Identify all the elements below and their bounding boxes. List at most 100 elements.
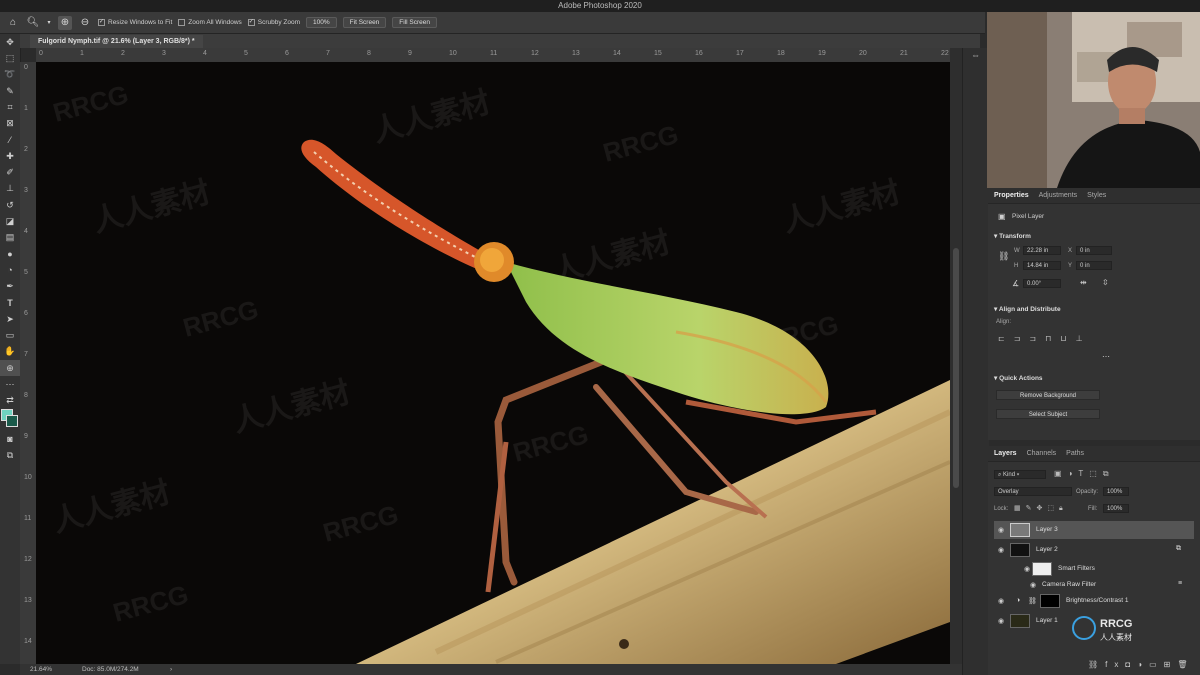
add-mask-icon[interactable]: ◘ <box>1125 660 1137 669</box>
hand-tool-icon[interactable]: ✋ <box>0 344 20 360</box>
align-top-icon[interactable]: ⊓ <box>1045 334 1060 343</box>
type-tool-icon[interactable]: T <box>0 295 20 311</box>
crop-tool-icon[interactable]: ⌗ <box>0 99 20 115</box>
filter-pixel-icon[interactable]: ▣ <box>1054 469 1068 478</box>
dodge-tool-icon[interactable]: ◔ <box>0 262 20 278</box>
screen-mode-icon[interactable]: ⧉ <box>0 447 20 463</box>
edit-toolbar-icon[interactable]: ⋯ <box>0 376 20 392</box>
blend-mode-select[interactable]: Overlay <box>994 487 1072 496</box>
tab-channels[interactable]: Channels <box>1027 450 1057 457</box>
align-section-title[interactable]: ▾ Align and Distribute <box>988 305 1061 313</box>
more-options-icon[interactable]: ⋯ <box>1102 352 1110 361</box>
lock-artboard-icon[interactable]: ⬚ <box>1047 505 1059 512</box>
align-bottom-icon[interactable]: ⊥ <box>1076 334 1092 343</box>
layer-row[interactable]: ◉ Layer 3 <box>994 521 1194 539</box>
layer-name[interactable]: Smart Filters <box>1058 565 1095 572</box>
lock-all-icon[interactable]: 🔒︎ <box>1059 505 1068 512</box>
align-center-h-icon[interactable]: ⊐ <box>1014 334 1030 343</box>
move-tool-icon[interactable]: ✥ <box>0 34 20 50</box>
layer-name[interactable]: Layer 1 <box>1036 617 1058 624</box>
link-dimensions-icon[interactable]: ⛓ <box>998 251 1009 262</box>
filter-smart-object-icon[interactable]: ⧉ <box>1103 469 1115 478</box>
swap-colors-icon[interactable]: ⇄ <box>0 393 20 409</box>
zoom-out-icon[interactable]: ⊖ <box>78 16 92 30</box>
layer-row[interactable]: ◉ Layer 2 ⧉ <box>994 541 1194 559</box>
flip-horizontal-icon[interactable]: ⇹ <box>1080 278 1087 287</box>
fit-screen-button[interactable]: Fit Screen <box>342 17 387 28</box>
opacity-field[interactable]: 100% <box>1103 487 1129 496</box>
filter-options-icon[interactable]: ≡ <box>1178 580 1182 587</box>
quick-mask-icon[interactable]: ◙ <box>0 431 20 447</box>
background-color-swatch[interactable] <box>6 414 18 427</box>
history-brush-tool-icon[interactable]: ↺ <box>0 197 20 213</box>
filter-shape-icon[interactable]: ⬚ <box>1089 469 1103 478</box>
tab-adjustments[interactable]: Adjustments <box>1039 192 1078 199</box>
layer-name[interactable]: Layer 2 <box>1036 546 1058 553</box>
panel-toggle-icon[interactable]: ⇔ <box>971 50 980 60</box>
vertical-scrollbar[interactable] <box>950 48 962 664</box>
filter-type-icon[interactable]: T <box>1078 469 1089 478</box>
zoom-level[interactable]: 21.64% <box>30 664 52 675</box>
zoom-tool-preset-icon[interactable]: 🔍︎ <box>26 16 40 30</box>
layer-name[interactable]: Layer 3 <box>1036 526 1058 533</box>
link-layers-icon[interactable]: ⛓ <box>1088 660 1105 669</box>
chevron-down-icon[interactable]: ▾ <box>46 16 52 30</box>
transform-section-title[interactable]: ▾ Transform <box>988 232 1031 240</box>
layer-name[interactable]: Brightness/Contrast 1 <box>1066 597 1129 604</box>
height-field[interactable]: 14.84 in <box>1023 261 1061 270</box>
zoom-all-windows-checkbox[interactable]: Zoom All Windows <box>178 19 242 26</box>
lasso-tool-icon[interactable]: ➰ <box>0 67 20 83</box>
clone-stamp-tool-icon[interactable]: ⊥ <box>0 181 20 197</box>
new-group-icon[interactable]: ▭ <box>1149 660 1164 669</box>
fx-icon[interactable]: fx <box>1105 660 1125 669</box>
lock-position-icon[interactable]: ✥ <box>1037 505 1048 512</box>
angle-field[interactable]: 0.00° <box>1023 279 1061 288</box>
quick-actions-section-title[interactable]: ▾ Quick Actions <box>988 374 1043 382</box>
width-field[interactable]: 22.28 in <box>1023 246 1061 255</box>
visibility-eye-icon[interactable]: ◉ <box>998 546 1004 554</box>
resize-windows-checkbox[interactable]: ✓ Resize Windows to Fit <box>98 19 172 26</box>
visibility-eye-icon[interactable]: ◉ <box>998 617 1004 625</box>
layer-name[interactable]: Camera Raw Filter <box>1042 581 1096 588</box>
zoom-in-icon[interactable]: ⊕ <box>58 15 72 30</box>
horizontal-ruler[interactable]: 0 1 2 3 4 5 6 7 8 9 10 11 12 13 14 15 16 17 18 19 20 21 22 <box>36 48 950 63</box>
align-middle-v-icon[interactable]: ⊔ <box>1060 334 1075 343</box>
scrubby-zoom-checkbox[interactable]: ✓ Scrubby Zoom <box>247 19 300 26</box>
tab-styles[interactable]: Styles <box>1087 192 1106 199</box>
eyedropper-tool-icon[interactable]: ⁄ <box>0 132 20 148</box>
marquee-tool-icon[interactable]: ⬚ <box>0 50 20 66</box>
visibility-eye-icon[interactable]: ◉ <box>998 597 1004 605</box>
brush-tool-icon[interactable]: ✐ <box>0 164 20 180</box>
visibility-eye-icon[interactable]: ◉ <box>1030 581 1036 589</box>
delete-layer-icon[interactable]: 🗑︎ <box>1177 660 1194 669</box>
filter-adjustment-icon[interactable]: ◑ <box>1068 469 1079 478</box>
tab-properties[interactable]: Properties <box>994 192 1029 199</box>
lock-image-icon[interactable]: ✎ <box>1026 505 1037 512</box>
status-menu-arrow-icon[interactable]: › <box>170 664 172 675</box>
align-left-icon[interactable]: ⊏ <box>998 334 1014 343</box>
frame-tool-icon[interactable]: ⊠ <box>0 115 20 131</box>
color-swatches[interactable] <box>0 408 20 431</box>
x-field[interactable]: 0 in <box>1076 246 1112 255</box>
select-subject-button[interactable]: Select Subject <box>996 409 1100 419</box>
lock-transparent-icon[interactable]: ▦ <box>1014 505 1026 512</box>
visibility-eye-icon[interactable]: ◉ <box>998 526 1004 534</box>
document-canvas[interactable]: RRCG 人人素材 RRCG 人人素材 RRCG 人人素材 人人素材 RRCG … <box>36 62 950 664</box>
zoom-tool-icon[interactable]: ⊕ <box>0 359 20 377</box>
fill-field[interactable]: 100% <box>1103 504 1129 513</box>
eraser-tool-icon[interactable]: ◪ <box>0 213 20 229</box>
zoom-100-button[interactable]: 100% <box>306 17 337 28</box>
rectangle-tool-icon[interactable]: ▭ <box>0 327 20 343</box>
blur-tool-icon[interactable]: ● <box>0 246 20 262</box>
y-field[interactable]: 0 in <box>1076 261 1112 270</box>
tab-layers[interactable]: Layers <box>994 450 1017 457</box>
vertical-ruler[interactable]: 0 1 2 3 4 5 6 7 8 9 10 11 12 13 14 <box>20 62 37 664</box>
remove-background-button[interactable]: Remove Background <box>996 390 1100 400</box>
quick-select-tool-icon[interactable]: ✎ <box>0 83 20 99</box>
document-tab[interactable]: Fulgorid Nymph.tif @ 21.6% (Layer 3, RGB… <box>30 35 203 48</box>
home-icon[interactable]: ⌂ <box>6 16 20 30</box>
align-right-icon[interactable]: ⊐ <box>1029 334 1045 343</box>
flip-vertical-icon[interactable]: ⇳ <box>1102 278 1109 287</box>
pen-tool-icon[interactable]: ✒ <box>0 278 20 294</box>
fill-screen-button[interactable]: Fill Screen <box>392 17 438 28</box>
